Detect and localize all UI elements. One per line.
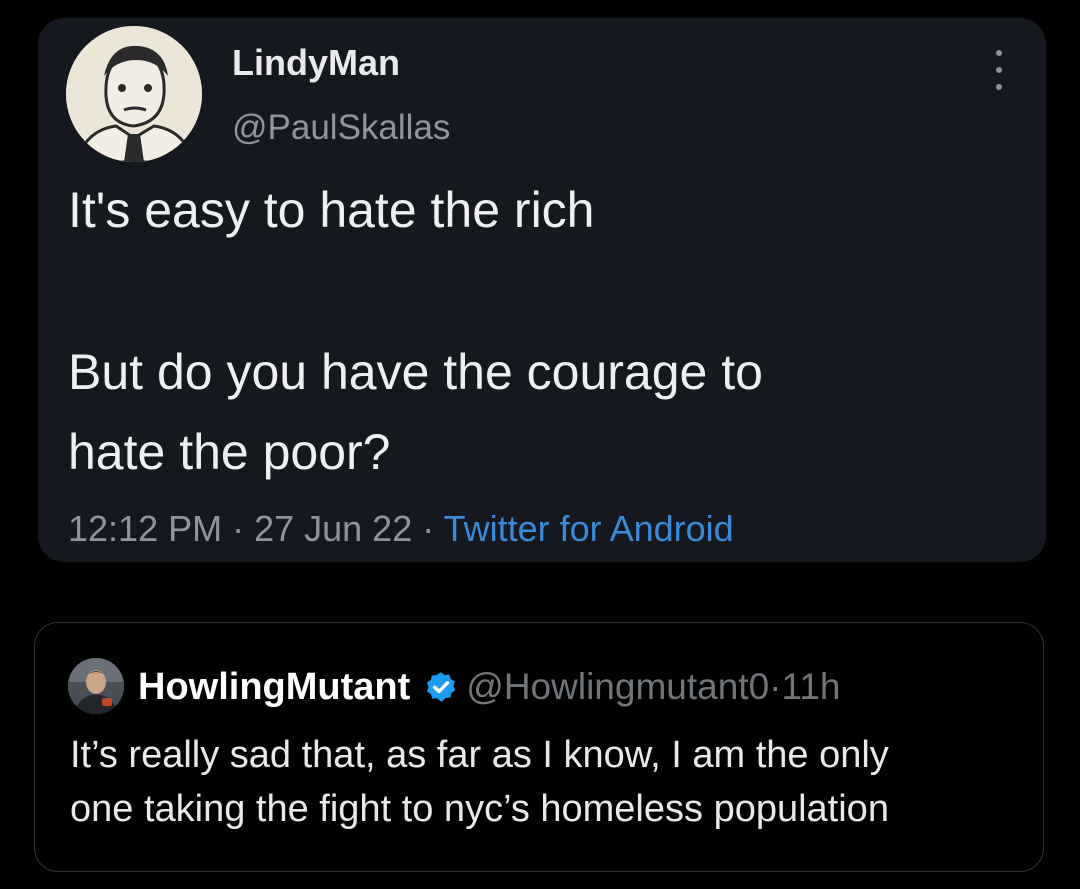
reply-avatar[interactable]	[68, 658, 124, 714]
reply-text-line-2: one taking the fight to nyc’s homeless p…	[70, 788, 889, 830]
reply-separator: ·	[769, 666, 782, 707]
cartoon-man-avatar	[66, 26, 202, 162]
avatar[interactable]	[66, 26, 202, 162]
tweet-time[interactable]: 12:12 PM	[68, 508, 222, 549]
reply-header: HowlingMutant @Howlingmutant0 · 11h	[138, 662, 840, 712]
display-name[interactable]: LindyMan	[232, 42, 400, 84]
reply-handle[interactable]: @Howlingmutant0	[466, 666, 769, 708]
verified-badge-icon	[427, 672, 456, 702]
profile-photo-avatar	[68, 658, 124, 714]
tweet-text-line-2: But do you have the courage to	[68, 344, 763, 400]
meta-separator: ·	[222, 508, 255, 549]
tweet-date[interactable]: 27 Jun 22	[254, 508, 412, 549]
reply-text: It’s really sad that, as far as I know, …	[70, 728, 1030, 836]
tweet-meta: 12:12 PM · 27 Jun 22 · Twitter for Andro…	[68, 508, 734, 550]
tweet-text-line-3: hate the poor?	[68, 424, 391, 480]
reply-text-line-1: It’s really sad that, as far as I know, …	[70, 734, 889, 776]
tweet-text-line-1: It's easy to hate the rich	[68, 182, 595, 238]
handle[interactable]: @PaulSkallas	[232, 108, 450, 148]
reply-display-name[interactable]: HowlingMutant	[138, 666, 410, 709]
tweet-source-link[interactable]: Twitter for Android	[444, 508, 734, 549]
more-vertical-icon[interactable]	[984, 50, 1014, 90]
reply-age[interactable]: 11h	[781, 666, 840, 708]
tweet-text: It's easy to hate the rich But do you ha…	[68, 170, 1008, 492]
meta-separator: ·	[412, 508, 444, 549]
